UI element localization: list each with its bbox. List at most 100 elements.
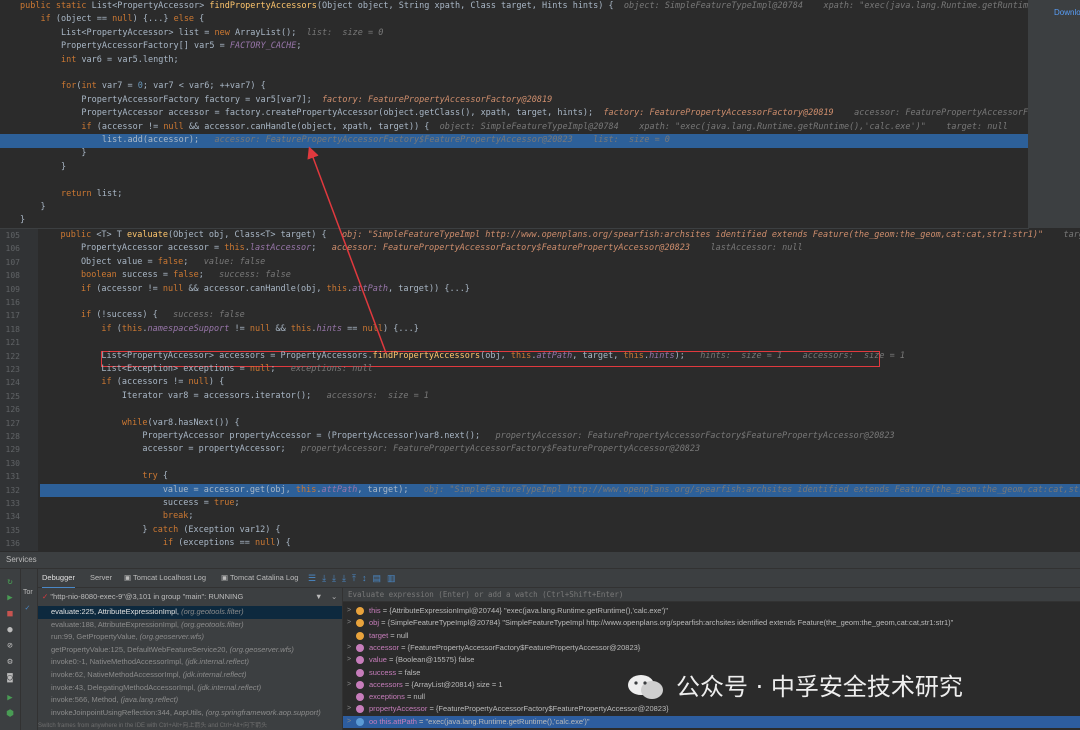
wechat-logo-icon <box>628 675 663 699</box>
download-link[interactable]: Downlo <box>1054 8 1080 17</box>
expand-icon[interactable]: > <box>347 642 351 654</box>
debug-icon[interactable]: ⬢ <box>5 709 15 719</box>
code-line: List<Exception> exceptions = null; excep… <box>40 364 373 374</box>
variable-type-icon <box>356 619 364 628</box>
variable-row[interactable]: > obj = {SimpleFeatureTypeImpl@20784} "Si… <box>343 617 1080 629</box>
code-line: if (this.namespaceSupport != null && thi… <box>101 323 419 334</box>
line-number: 121 <box>5 338 20 348</box>
resume-icon[interactable]: ▶ <box>5 593 15 603</box>
stack-frame[interactable]: invoke0:-1, NativeMethodAccessorImpl, (j… <box>38 656 342 669</box>
settings-icon[interactable]: ⚙ <box>5 657 15 667</box>
stack-frame[interactable]: invoke:43, DelegatingMethodAccessorImpl,… <box>38 682 342 695</box>
code-line: while(var8.hasNext()) { <box>121 417 240 428</box>
stack-frame[interactable]: evaluate:225, AttributeExpressionImpl, (… <box>38 606 342 619</box>
line-number: 108 <box>5 271 20 281</box>
stack-frame[interactable]: evaluate:188, AttributeExpressionImpl, (… <box>38 619 342 632</box>
code-line-current: list.add(accessor); accessor: FeaturePro… <box>0 134 1028 148</box>
variable-row[interactable]: > oo this.attPath = "exec(java.lang.Runti… <box>343 715 1080 728</box>
thread-label: "http-nio-8080-exec-9"@3,101 in group "m… <box>50 592 244 601</box>
camera-icon[interactable]: ◙ <box>5 673 15 683</box>
variable-type-icon <box>356 643 364 652</box>
services-header: Services <box>0 552 1080 569</box>
expand-icon[interactable]: > <box>347 654 351 666</box>
line-number: 105 <box>5 231 20 240</box>
line-number: 131 <box>5 472 20 482</box>
variable-row[interactable]: target = null <box>343 630 1080 642</box>
code-line: int var6 = var5.length; <box>60 54 179 65</box>
watermark-text: 公众号 · 中孚安全技术研究 <box>676 673 963 701</box>
code-line: return list; <box>60 188 123 199</box>
line-gutter: 105 106 107 108 109 116 117 118 121 122 123 124 125 1… <box>0 229 38 551</box>
log-icon: ▣ <box>124 573 134 582</box>
code-line: public static List<PropertyAccessor> fin… <box>20 1 1029 11</box>
tab-tomcat-localhost-log[interactable]: ▣ Tomcat Localhost Log <box>124 569 206 587</box>
code-line: PropertyAccessorFactory[] var5 = FACTORY… <box>20 41 302 52</box>
stack-frame[interactable]: invokeJoinpointUsingReflection:344, AopU… <box>38 707 342 720</box>
code-line: for(int var7 = 0; var7 < var6; ++var7) { <box>60 81 266 92</box>
code-line: PropertyAccessorFactory factory = var5[v… <box>20 94 553 105</box>
debugger-tabs: Debugger Server ▣ Tomcat Localhost Log ▣… <box>38 569 1080 589</box>
mute-breakpoints-icon[interactable]: ⊘ <box>5 641 15 651</box>
tab-debugger[interactable]: Debugger <box>42 569 75 589</box>
run-icon[interactable]: ▶ <box>5 693 15 703</box>
code-editor[interactable]: 105 106 107 108 109 116 117 118 121 122 123 124 125 1… <box>0 229 1080 551</box>
line-number: 130 <box>5 458 20 468</box>
code-line: PropertyAccessor accessor = this.lastAcc… <box>40 243 803 254</box>
code-line: if (exceptions == null) { <box>162 538 291 549</box>
line-number: 125 <box>5 391 20 401</box>
line-number: 126 <box>5 405 20 415</box>
stack-frame[interactable]: invoke:566, Method, (java.lang.reflect) <box>38 694 342 707</box>
variable-type-icon <box>356 680 364 689</box>
stack-frame[interactable]: getPropertyValue:125, DefaultWebFeatureS… <box>38 644 342 657</box>
right-toolbar-strip: Downlo <box>1028 0 1080 228</box>
line-number: 124 <box>5 378 20 388</box>
line-number: 132 <box>5 485 20 495</box>
variable-row[interactable]: > this = {AttributeExpressionImpl@20744} … <box>343 605 1080 617</box>
stack-frame[interactable]: run:99, GetPropertyValue, (org.geoserver… <box>38 631 342 644</box>
line-number: 123 <box>5 365 20 374</box>
line-number: 117 <box>5 311 20 321</box>
line-number: 128 <box>5 432 20 441</box>
chevron-down-icon[interactable]: ✓ <box>25 603 30 612</box>
code-line: List<PropertyAccessor> list = new ArrayL… <box>20 27 384 38</box>
evaluate-expression-input[interactable]: Evaluate expression (Enter) or add a wat… <box>343 588 1080 602</box>
code-line: List<PropertyAccessor> accessors = Prope… <box>40 350 905 361</box>
filter-icon[interactable]: ▼ <box>315 590 322 604</box>
line-number: 109 <box>5 284 20 294</box>
expand-icon[interactable]: > <box>347 605 351 617</box>
frames-hint: Switch frames from anywhere in the IDE w… <box>38 723 268 729</box>
tomcat-label[interactable]: Tor <box>23 589 33 596</box>
variable-row[interactable]: > accessor = {FeaturePropertyAccessorFact… <box>343 642 1080 654</box>
code-line: accessor = propertyAccessor; propertyAcc… <box>40 444 701 455</box>
services-tree[interactable]: Tor ✓ <box>21 569 38 730</box>
rerun-icon[interactable]: ↻ <box>5 577 15 587</box>
expand-icon[interactable]: > <box>347 617 351 629</box>
stack-frame[interactable]: invoke:62, NativeMethodAccessorImpl, (jd… <box>38 669 342 682</box>
thread-selector[interactable]: ✓ "http-nio-8080-exec-9"@3,101 in group … <box>38 590 342 604</box>
code-line: if (accessor != null && accessor.canHand… <box>81 121 1008 132</box>
expand-icon[interactable]: > <box>347 703 351 715</box>
code-line: public <T> T evaluate(Object obj, Class<… <box>60 230 1080 240</box>
line-number: 134 <box>5 512 20 522</box>
variable-type-icon <box>356 631 364 640</box>
code-line: } <box>20 215 26 226</box>
line-number: 133 <box>5 499 20 508</box>
line-number: 129 <box>5 445 20 455</box>
stop-icon[interactable]: ■ <box>5 609 15 619</box>
variable-row[interactable]: > value = {Boolean@15575} false <box>343 654 1080 666</box>
step-toolbar[interactable]: ☰⤓⤓⤓⤒↕▤▥ <box>308 569 402 587</box>
expand-icon[interactable]: > <box>347 716 351 728</box>
variable-type-icon <box>356 668 364 677</box>
code-line: try { <box>142 471 168 482</box>
frames-panel: ✓ "http-nio-8080-exec-9"@3,101 in group … <box>38 588 343 730</box>
code-line: } <box>20 148 87 159</box>
view-breakpoints-icon[interactable]: ● <box>5 625 15 635</box>
dropdown-icon[interactable]: ⌄ <box>331 590 337 604</box>
tab-server[interactable]: Server <box>90 569 112 587</box>
code-line: } <box>20 161 67 172</box>
expand-icon[interactable]: > <box>347 679 351 691</box>
tab-tomcat-catalina-log[interactable]: ▣ Tomcat Catalina Log <box>221 569 298 587</box>
check-icon: ✓ <box>42 592 49 601</box>
